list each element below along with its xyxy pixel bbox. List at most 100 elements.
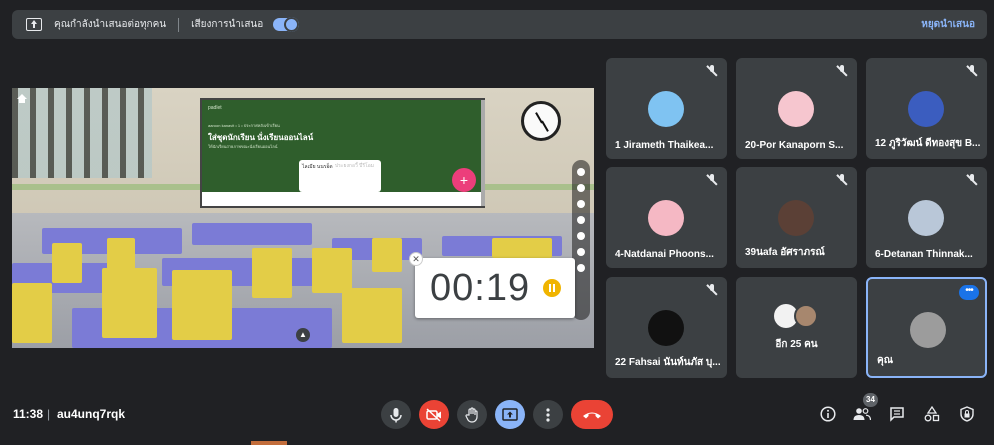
scroll-up-icon[interactable]: ▲ bbox=[296, 328, 310, 342]
mic-off-icon bbox=[966, 174, 978, 186]
info-icon bbox=[820, 406, 836, 422]
mic-off-icon bbox=[836, 65, 848, 77]
chat-button[interactable] bbox=[887, 404, 907, 424]
padlet-board: padlet aaroon kanavit • 1 • ประกาศหลังเข… bbox=[202, 100, 483, 192]
others-tile[interactable]: อีก 25 คน bbox=[736, 277, 857, 378]
classroom-windows bbox=[12, 88, 152, 178]
mic-off-icon bbox=[836, 174, 848, 186]
chair bbox=[102, 268, 157, 338]
chair bbox=[172, 270, 232, 340]
chair bbox=[342, 288, 402, 343]
participant-count-badge: 34 bbox=[863, 393, 878, 407]
padlet-breadcrumb: aaroon kanavit • 1 • ประกาศหลังเข้าเรียน bbox=[208, 123, 280, 128]
avatar bbox=[778, 200, 814, 236]
pin-icon[interactable] bbox=[577, 264, 585, 272]
participant-tile[interactable]: 22 Fahsai นันท์นภัส บุ... bbox=[606, 277, 727, 378]
reset-icon[interactable] bbox=[577, 232, 585, 240]
activities-icon bbox=[924, 406, 940, 422]
participant-name: 4-Natdanai Phoons... bbox=[615, 249, 714, 260]
brightness-icon[interactable] bbox=[577, 200, 585, 208]
mic-off-icon bbox=[966, 65, 978, 77]
crop-icon[interactable] bbox=[577, 248, 585, 256]
participant-name: 1 Jirameth Thaikea... bbox=[615, 140, 714, 151]
hang-up-icon bbox=[583, 412, 601, 418]
hand-icon bbox=[465, 406, 478, 423]
present-screen-icon bbox=[26, 18, 42, 31]
padlet-window: padlet aaroon kanavit • 1 • ประกาศหลังเข… bbox=[200, 98, 485, 208]
others-avatars bbox=[774, 304, 824, 330]
meeting-code: au4unq7rqk bbox=[57, 407, 126, 421]
camera-off-button[interactable] bbox=[419, 400, 449, 429]
present-now-button[interactable] bbox=[495, 400, 525, 429]
participant-tile[interactable]: 1 Jirameth Thaikea... bbox=[606, 58, 727, 159]
avatar bbox=[648, 200, 684, 236]
expand-icon[interactable] bbox=[577, 216, 585, 224]
participant-name: 6-Detanan Thinnak... bbox=[875, 249, 973, 260]
padlet-scrollbar bbox=[481, 100, 485, 206]
current-time: 11:38 bbox=[13, 407, 44, 421]
padlet-add-button[interactable]: + bbox=[452, 168, 476, 192]
avatar bbox=[778, 91, 814, 127]
host-controls-button[interactable] bbox=[957, 404, 977, 424]
meet-window: คุณกำลังนำเสนอต่อทุกคน เสียงการนำเสนอ หย… bbox=[0, 0, 994, 445]
camera-off-icon bbox=[426, 407, 441, 422]
shared-screen: padlet aaroon kanavit • 1 • ประกาศหลังเข… bbox=[12, 88, 594, 348]
mic-off-icon bbox=[706, 284, 718, 296]
bottom-bar: 11:38 | au4unq7rqk bbox=[0, 390, 994, 438]
shield-lock-icon bbox=[960, 406, 974, 422]
participant-tile[interactable]: 12 ภูริวัฒน์ ดีทองสุข B... bbox=[866, 58, 987, 159]
more-options-button[interactable] bbox=[533, 400, 563, 429]
chair bbox=[12, 283, 52, 343]
avatar bbox=[794, 304, 818, 328]
presenting-bar: คุณกำลังนำเสนอต่อทุกคน เสียงการนำเสนอ หย… bbox=[12, 10, 987, 39]
microphone-button[interactable] bbox=[381, 400, 411, 429]
padlet-card-label: ไลเมีย นนรอ็ด bbox=[302, 164, 333, 170]
avatar bbox=[648, 91, 684, 127]
participant-tile[interactable]: 20-Por Kanaporn S... bbox=[736, 58, 857, 159]
participant-tile[interactable]: 6-Detanan Thinnak... bbox=[866, 167, 987, 268]
microphone-icon bbox=[390, 407, 402, 422]
taskbar-accent bbox=[251, 441, 287, 445]
mic-off-icon bbox=[706, 65, 718, 77]
chair bbox=[492, 238, 552, 258]
more-options-icon[interactable]: ••• bbox=[959, 285, 979, 300]
leave-call-button[interactable] bbox=[571, 400, 613, 429]
separator: | bbox=[47, 407, 51, 421]
clock-hand bbox=[541, 120, 549, 132]
avatar bbox=[648, 310, 684, 346]
avatar bbox=[910, 312, 946, 348]
close-timer-icon[interactable]: ✕ bbox=[409, 252, 423, 266]
participant-name: 39นafa อัศราภรณ์ bbox=[745, 247, 825, 258]
more-vert-icon bbox=[546, 407, 550, 422]
self-tile[interactable]: ••• คุณ bbox=[866, 277, 987, 378]
raise-hand-button[interactable] bbox=[457, 400, 487, 429]
stop-presenting-button[interactable]: หยุดนำเสนอ bbox=[921, 17, 975, 32]
presenting-message: คุณกำลังนำเสนอต่อทุกคน bbox=[54, 19, 167, 30]
activities-button[interactable] bbox=[922, 404, 942, 424]
padlet-subtitle: ให้นักเรียนถ่ายภาพขณะนั่งเรียนออนไลน์ bbox=[208, 144, 278, 149]
participant-tile[interactable]: 4-Natdanai Phoons... bbox=[606, 167, 727, 268]
avatar bbox=[908, 91, 944, 127]
countdown-timer: ✕ 00:19 bbox=[409, 252, 575, 318]
chair bbox=[252, 248, 292, 298]
wall-clock bbox=[521, 101, 561, 141]
pause-timer-button[interactable] bbox=[543, 279, 561, 297]
settings-icon[interactable] bbox=[577, 168, 585, 176]
meeting-details-button[interactable] bbox=[818, 404, 838, 424]
participant-name: 12 ภูริวัฒน์ ดีทองสุข B... bbox=[875, 138, 981, 149]
participant-name: 22 Fahsai นันท์นภัส บุ... bbox=[615, 357, 721, 368]
chair bbox=[312, 248, 352, 293]
people-icon bbox=[853, 408, 871, 421]
chair bbox=[372, 238, 402, 272]
chat-icon bbox=[890, 407, 904, 422]
presentation-audio-label: เสียงการนำเสนอ bbox=[191, 19, 264, 30]
presentation-audio-toggle[interactable] bbox=[273, 17, 300, 32]
present-screen-icon bbox=[502, 407, 518, 421]
padlet-card-hint: ประยงกอวี้ ปี่รีโอม bbox=[335, 163, 374, 169]
padlet-brand: padlet bbox=[208, 105, 222, 111]
people-button[interactable] bbox=[852, 404, 872, 424]
home-icon[interactable] bbox=[17, 94, 27, 104]
desk bbox=[192, 223, 312, 245]
tool-icon[interactable] bbox=[577, 184, 585, 192]
participant-tile[interactable]: 39นafa อัศราภรณ์ bbox=[736, 167, 857, 268]
